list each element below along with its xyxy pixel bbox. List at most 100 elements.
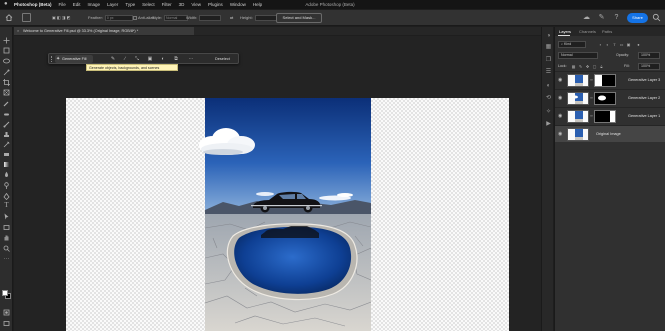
document-tab[interactable]: × Welcome to Generative Fill.psd @ 33.3%… — [14, 27, 194, 35]
menu-3d[interactable]: 3D — [179, 2, 185, 7]
more-options-icon[interactable]: ··· — [187, 55, 195, 63]
home-icon[interactable] — [5, 14, 13, 21]
share-button[interactable]: Share — [627, 13, 648, 23]
layer-row[interactable]: ◉ ∞ Generative Layer 1 — [555, 107, 665, 124]
close-tab-icon[interactable]: × — [17, 27, 19, 35]
menu-type[interactable]: Type — [125, 2, 135, 7]
color-panel-icon[interactable]: ◑ — [545, 33, 552, 40]
artboard-tool-icon[interactable] — [3, 47, 10, 54]
lock-all-icon[interactable]: 🔒︎ — [599, 64, 604, 69]
eye-icon[interactable]: ◉ — [558, 95, 564, 101]
tab-channels[interactable]: Channels — [579, 27, 596, 36]
history-panel-icon[interactable]: ⟲ — [545, 95, 552, 102]
eye-icon[interactable]: ◉ — [558, 77, 564, 83]
brush-mask-icon[interactable]: ∕ — [121, 55, 129, 63]
smart-object-filter-icon[interactable]: ▣ — [626, 42, 631, 47]
menu-help[interactable]: Help — [253, 2, 262, 7]
opacity-input[interactable]: 100% — [638, 52, 660, 59]
learn-icon[interactable]: ? — [612, 13, 621, 22]
filter-toggle-icon[interactable]: ● — [636, 42, 641, 47]
hand-tool-icon[interactable] — [3, 234, 10, 241]
modify-selection-icon[interactable]: ✎ — [109, 55, 117, 63]
swatches-panel-icon[interactable]: ▦ — [545, 44, 552, 51]
rectangle-tool-icon[interactable] — [3, 224, 10, 231]
canvas-area[interactable]: ✦ Generative Fill ✎ ∕ ⤡ ▣ ◐ ⧉ ··· Desele… — [14, 36, 541, 331]
height-input[interactable] — [254, 15, 277, 21]
frame-tool-icon[interactable] — [3, 89, 10, 96]
marquee-tool-icon[interactable] — [22, 13, 31, 22]
generative-fill-button[interactable]: ✦ Generative Fill — [55, 55, 93, 63]
style-select[interactable]: Normal — [164, 15, 189, 21]
mode-icons[interactable]: ▣ ◧ ◨ ◩ — [52, 15, 70, 20]
layer-row[interactable]: ◉ ∞ Generative Layer 3 — [555, 71, 665, 88]
zoom-tool-icon[interactable] — [3, 245, 10, 252]
layer-row-selected[interactable]: ◉ Original Image — [555, 125, 665, 142]
select-and-mask-button[interactable]: Select and Mask... — [276, 13, 322, 23]
menu-image[interactable]: Image — [88, 2, 101, 7]
lock-position-icon[interactable]: ✥ — [585, 64, 590, 69]
layer-mask-thumbnail[interactable] — [594, 92, 616, 105]
invert-selection-icon[interactable]: ⧉ — [172, 55, 180, 63]
menu-filter[interactable]: Filter — [162, 2, 172, 7]
mask-icon[interactable]: ▣ — [146, 55, 154, 63]
layer-filter-kind[interactable]: ⌕ Kind — [558, 41, 586, 48]
eye-icon[interactable]: ◉ — [558, 113, 564, 119]
lasso-tool-icon[interactable] — [3, 58, 10, 65]
libraries-panel-icon[interactable]: ❐ — [545, 57, 552, 64]
transform-icon[interactable]: ⤡ — [133, 55, 141, 63]
healing-brush-tool-icon[interactable] — [3, 111, 10, 118]
adjustment-filter-icon[interactable]: ◐ — [605, 42, 610, 47]
apple-icon[interactable]: ● — [4, 1, 8, 7]
layer-row[interactable]: ◉ ∞ Generative Layer 2 — [555, 89, 665, 106]
menu-view[interactable]: View — [191, 2, 201, 7]
dodge-tool-icon[interactable] — [3, 182, 10, 189]
shape-filter-icon[interactable]: ▭ — [619, 42, 624, 47]
width-input[interactable] — [199, 15, 222, 21]
move-tool-icon[interactable] — [3, 37, 10, 44]
pixel-filter-icon[interactable]: ▪ — [598, 42, 603, 47]
menu-edit[interactable]: Edit — [73, 2, 81, 7]
anti-alias-checkbox[interactable] — [133, 15, 137, 20]
clone-stamp-tool-icon[interactable] — [3, 131, 10, 138]
menu-app[interactable]: Photoshop (Beta) — [14, 2, 52, 7]
more-tools-icon[interactable]: ··· — [3, 256, 10, 263]
menu-file[interactable]: File — [59, 2, 66, 7]
object-selection-tool-icon[interactable] — [3, 69, 10, 76]
type-filter-icon[interactable]: T — [612, 42, 617, 47]
lock-image-icon[interactable]: ✎ — [578, 64, 583, 69]
history-brush-tool-icon[interactable] — [3, 141, 10, 148]
eye-icon[interactable]: ◉ — [558, 131, 564, 137]
drag-handle[interactable] — [51, 56, 53, 62]
cloud-docs-icon[interactable]: ☁ — [582, 13, 591, 22]
eyedropper-tool-icon[interactable] — [3, 100, 10, 107]
layer-mask-thumbnail[interactable] — [594, 110, 616, 123]
fill-input[interactable]: 100% — [638, 63, 660, 70]
crop-tool-icon[interactable] — [3, 79, 10, 86]
feather-input[interactable]: 0 px — [104, 15, 133, 21]
menu-select[interactable]: Select — [142, 2, 155, 7]
learn-panel-icon[interactable]: ✧ — [545, 109, 552, 116]
actions-panel-icon[interactable]: ▶ — [545, 121, 552, 128]
path-selection-tool-icon[interactable] — [3, 213, 10, 220]
pen-tool-icon[interactable] — [3, 193, 10, 200]
deselect-button[interactable]: Deselect — [215, 55, 230, 63]
type-tool-icon[interactable]: T — [3, 202, 10, 209]
properties-panel-icon[interactable]: ☰ — [545, 69, 552, 76]
feedback-icon[interactable]: ✎ — [597, 13, 606, 22]
layer-mask-thumbnail[interactable] — [594, 74, 616, 87]
swap-icon[interactable]: ⇄ — [230, 15, 233, 20]
document-canvas[interactable] — [66, 98, 509, 331]
eraser-tool-icon[interactable] — [3, 151, 10, 158]
menu-window[interactable]: Window — [230, 2, 246, 7]
tab-paths[interactable]: Paths — [602, 27, 612, 36]
menu-layer[interactable]: Layer — [107, 2, 118, 7]
lock-artboard-icon[interactable]: ▢ — [592, 64, 597, 69]
search-icon[interactable] — [652, 13, 661, 22]
gradient-tool-icon[interactable] — [3, 161, 10, 168]
foreground-color-swatch[interactable] — [2, 290, 8, 296]
screen-mode-icon[interactable] — [3, 320, 10, 327]
lock-transparent-icon[interactable]: ▦ — [571, 64, 576, 69]
menu-plugins[interactable]: Plugins — [208, 2, 223, 7]
fill-icon[interactable]: ◐ — [159, 55, 167, 63]
adjustments-panel-icon[interactable]: ◐ — [545, 83, 552, 90]
